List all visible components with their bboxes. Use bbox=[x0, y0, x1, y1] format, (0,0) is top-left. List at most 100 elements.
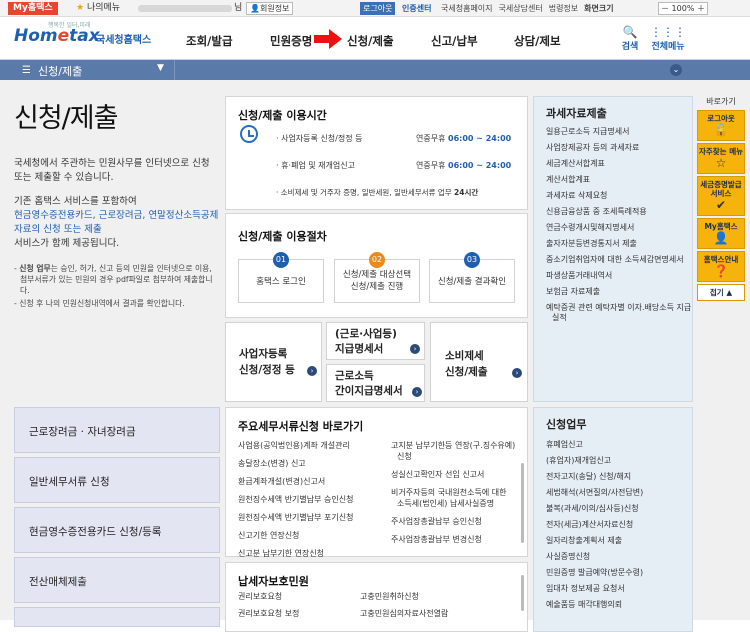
tax-data-link[interactable]: 파생상품거래내역서 bbox=[546, 271, 694, 281]
tax-data-link[interactable]: 연금수령개시및해지명세서 bbox=[546, 223, 694, 233]
protection-link[interactable]: 권리보호요청 bbox=[238, 591, 368, 602]
application-link[interactable]: 불복(과세/이의/심사등)신청 bbox=[546, 504, 694, 514]
major-doc-link[interactable]: 원천징수세액 반기별납부 승인신청 bbox=[238, 494, 388, 505]
major-doc-link[interactable]: 신고기한 연장신청 bbox=[238, 530, 388, 541]
nav-consult[interactable]: 상담/제보 bbox=[514, 33, 561, 49]
major-doc-link[interactable]: 신고분 납부기한 연장신청 bbox=[238, 548, 388, 559]
logo-nts: 국세청홈택스 bbox=[96, 35, 152, 46]
logo-e: e bbox=[57, 26, 70, 46]
zoom-out-icon[interactable]: － bbox=[661, 4, 669, 13]
top-links: 국세청홈페이지 국세상담센터 법령정보 화면크기 bbox=[441, 2, 620, 15]
hours-range: 연중무휴 bbox=[416, 161, 446, 170]
application-link[interactable]: 사실증명신청 bbox=[546, 552, 694, 562]
protection-card: 납세자보호민원 권리보호요청 권리보호요청 보정 고충민원취하신청 고충민원심의… bbox=[225, 562, 528, 632]
major-doc-link[interactable]: 사업용(공익법인용)계좌 개설관리 bbox=[238, 440, 388, 451]
dropdown-icon[interactable]: ▼ bbox=[157, 63, 164, 73]
application-panel: 신청업무 휴폐업신고 (휴업자)재개업신고 전자고지(송달) 신청/해지 세법해… bbox=[533, 407, 693, 632]
application-link[interactable]: 민원증명 발급예약(방문수령) bbox=[546, 568, 694, 578]
law-info-link[interactable]: 법령정보 bbox=[549, 4, 578, 13]
nav-inquiry[interactable]: 조회/발급 bbox=[186, 33, 233, 49]
major-doc-link[interactable]: 환급계좌개설(변경)신고서 bbox=[238, 476, 388, 487]
quick-collapse[interactable]: 접기 ▲ bbox=[697, 284, 745, 301]
major-doc-link[interactable]: 원천징수세액 반기별납부 포기신청 bbox=[238, 512, 388, 523]
major-doc-link[interactable]: 송달장소(변경) 신고 bbox=[238, 458, 388, 469]
application-link[interactable]: 세법해석(서면질의/사전답변) bbox=[546, 488, 694, 498]
consumption-tax-box[interactable]: 소비제세 신청/제출 › bbox=[430, 322, 528, 402]
arrow-right-icon: › bbox=[410, 344, 420, 354]
intro-services-a: 기존 홈택스 서비스를 포함하여 bbox=[14, 196, 137, 207]
tax-data-link[interactable]: 과세자료 삭제요청 bbox=[546, 191, 694, 201]
nav-apply-submit[interactable]: 신청/제출 bbox=[347, 33, 394, 49]
user-info-button[interactable]: 👤회원정보 bbox=[246, 2, 294, 15]
zoom-in-icon[interactable]: ＋ bbox=[697, 4, 705, 13]
subbar-title[interactable]: 신청/제출 bbox=[38, 63, 82, 79]
major-doc-link[interactable]: 주사업장총괄납부 승인신청 bbox=[391, 516, 516, 527]
nav-certificate[interactable]: 민원증명 bbox=[270, 33, 312, 49]
tax-data-link[interactable]: 출자자분등변경통지서 제출 bbox=[546, 239, 694, 249]
logo-pre: Hom bbox=[14, 26, 58, 46]
major-doc-link[interactable]: 고지분 납부기한등 연장(구.징수유예) 신청 bbox=[391, 440, 516, 462]
tax-data-link[interactable]: 중소기업취업자에 대한 소득세감면명세서 bbox=[546, 255, 694, 265]
myhometax-button[interactable]: My홈택스 bbox=[8, 2, 58, 15]
application-link[interactable]: 전자고지(송달) 신청/해지 bbox=[546, 472, 694, 482]
quick-logout[interactable]: 로그아웃 🔓 bbox=[697, 110, 745, 141]
left-menu-more[interactable] bbox=[14, 607, 220, 627]
my-menu-link[interactable]: ★ 나의메뉴 bbox=[76, 2, 120, 15]
protection-link[interactable]: 고충민원취하신청 bbox=[360, 591, 500, 602]
scrollbar[interactable] bbox=[521, 575, 524, 611]
payment-statement-box[interactable]: (근로·사업등) 지급명세서 › bbox=[326, 322, 425, 360]
quick-myhometax[interactable]: My홈택스 👤 bbox=[697, 218, 745, 249]
major-doc-link[interactable]: 비거주자등의 국내원천소득에 대한 소득세(법인세) 납세사실증명 bbox=[391, 487, 516, 509]
tax-data-link[interactable]: 사업장제공자 등의 과세자료 bbox=[546, 143, 694, 153]
tax-data-link[interactable]: 세금계산서합계표 bbox=[546, 159, 694, 169]
application-link[interactable]: 예술품등 매각대행의뢰 bbox=[546, 600, 694, 610]
nav-report-pay[interactable]: 신고/납부 bbox=[431, 33, 478, 49]
protection-link[interactable]: 고충민원심의자료사전열람 bbox=[360, 608, 500, 619]
intro-paragraph: 국세청에서 주관하는 민원사무를 인터넷으로 신청 또는 제출할 수 있습니다. bbox=[14, 158, 210, 183]
tax-data-link[interactable]: 계산서합계표 bbox=[546, 175, 694, 185]
logout-button[interactable]: 로그아웃 bbox=[360, 2, 396, 15]
protection-link[interactable]: 권리보호요청 보정 bbox=[238, 608, 368, 619]
tax-data-link[interactable]: 신용금융상품 중 조세특례적용 bbox=[546, 207, 694, 217]
application-link[interactable]: 전자(세금)계산서자료신청 bbox=[546, 520, 694, 530]
tax-data-link[interactable]: 일용근로소득 지급명세서 bbox=[546, 127, 694, 137]
check-icon: ✔ bbox=[715, 198, 727, 212]
clock-icon bbox=[240, 125, 258, 143]
hamburger-icon[interactable]: ☰ bbox=[22, 65, 31, 76]
main-header: 행복한 일터,미래 Hometax 국세청홈택스 조회/발급 민원증명 신청/제… bbox=[0, 17, 750, 60]
search-button[interactable]: 🔍 검색 bbox=[618, 25, 642, 52]
application-link[interactable]: 일자리창출계획서 제출 bbox=[546, 536, 694, 546]
quick-tax-certificate[interactable]: 세금증명발급서비스 ✔ bbox=[697, 176, 745, 216]
intro-note: - 신청 후 나의 민원신청내역에서 결과를 확인합니다. bbox=[14, 299, 185, 308]
application-link[interactable]: 임대차 정보제공 요청서 bbox=[546, 584, 694, 594]
major-doc-link[interactable]: 주사업장총괄납부 변경신청 bbox=[391, 534, 516, 545]
tax-consult-link[interactable]: 국세상담센터 bbox=[499, 4, 543, 13]
quick-guide[interactable]: 홈택스안내 ❓ bbox=[697, 251, 745, 282]
logo-wordmark: Hometax bbox=[14, 26, 100, 46]
cert-center-link[interactable]: 인증센터 bbox=[402, 2, 431, 15]
left-menu-electronic-media[interactable]: 전산매체제출 bbox=[14, 557, 220, 603]
major-doc-link[interactable]: 성실신고확인자 선임 신고서 bbox=[391, 469, 516, 480]
tax-data-link[interactable]: 보험금 자료제출 bbox=[546, 287, 694, 297]
red-arrow-icon bbox=[314, 29, 342, 49]
procedure-title: 신청/제출 이용절차 bbox=[238, 230, 327, 243]
application-link[interactable]: (휴업자)재개업신고 bbox=[546, 456, 694, 466]
simple-payment-box[interactable]: 근로소득 간이지급명세서 › bbox=[326, 364, 425, 402]
biz-registration-box[interactable]: 사업자등록 신청/정정 등 › bbox=[225, 322, 322, 402]
biz-reg-label-1: 사업자등록 bbox=[239, 348, 288, 360]
application-link[interactable]: 휴폐업신고 bbox=[546, 440, 694, 450]
hours-row-time: 연중무휴 06:00 ~ 24:00 bbox=[416, 133, 511, 144]
left-menu-earned-income[interactable]: 근로장려금 · 자녀장려금 bbox=[14, 407, 220, 453]
user-name-blurred bbox=[138, 5, 232, 12]
zoom-control[interactable]: － 100% ＋ bbox=[658, 2, 708, 15]
major-docs-col2: 고지분 납부기한등 연장(구.징수유예) 신청 성실신고확인자 선임 신고서 비… bbox=[391, 440, 516, 552]
tax-data-link[interactable]: 예탁증권 관련 예탁자별 이자.배당소득 지급 실적 bbox=[546, 303, 694, 323]
left-menu-general-docs[interactable]: 일반세무서류 신청 bbox=[14, 457, 220, 503]
all-menu-button[interactable]: ⋮⋮⋮ 전체메뉴 bbox=[648, 25, 688, 52]
chevron-down-icon[interactable]: ⌄ bbox=[670, 64, 682, 76]
nts-homepage-link[interactable]: 국세청홈페이지 bbox=[441, 4, 493, 13]
scrollbar[interactable] bbox=[521, 463, 524, 543]
left-menu-cash-receipt[interactable]: 현금영수증전용카드 신청/등록 bbox=[14, 507, 220, 553]
quick-favorites[interactable]: 자주찾는 메뉴 ☆ bbox=[697, 143, 745, 174]
hours-row-label: · 휴·폐업 및 재개업신고 bbox=[276, 161, 355, 170]
